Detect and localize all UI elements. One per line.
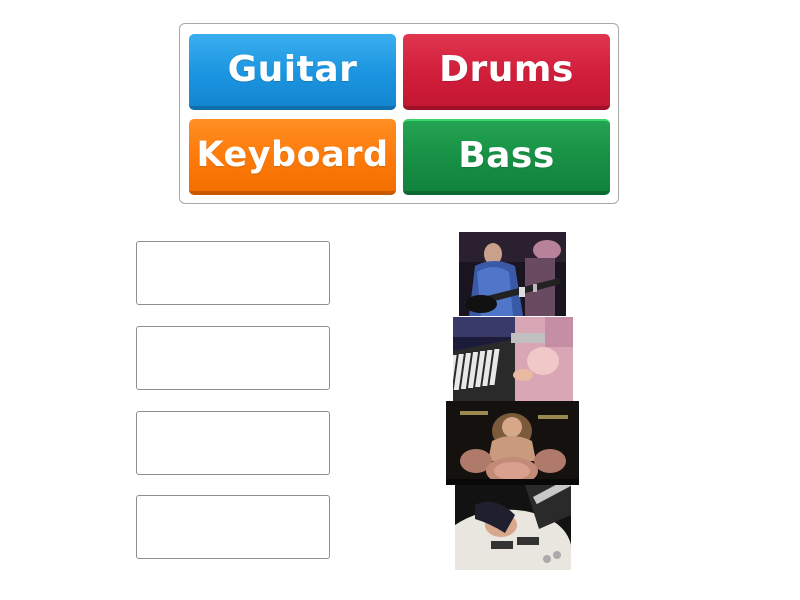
tile-label: Bass <box>458 135 555 176</box>
drummer-at-kit-photo <box>446 401 579 485</box>
answer-tile-bank: Guitar Drums Keyboard Bass <box>179 23 619 204</box>
drop-target-3[interactable] <box>136 411 330 475</box>
keyboard-player-photo <box>453 317 573 401</box>
answer-tile-guitar[interactable]: Guitar <box>189 34 396 110</box>
tile-label: Keyboard <box>196 134 389 175</box>
tile-label: Guitar <box>227 49 358 90</box>
answer-tile-drums[interactable]: Drums <box>403 34 610 110</box>
guitarist-playing-bass-photo <box>459 232 566 316</box>
answer-tile-bass[interactable]: Bass <box>403 119 610 195</box>
drop-target-2[interactable] <box>136 326 330 390</box>
electric-guitar-closeup-photo <box>455 485 571 570</box>
drop-target-4[interactable] <box>136 495 330 559</box>
drop-target-1[interactable] <box>136 241 330 305</box>
tile-label: Drums <box>439 49 574 90</box>
answer-tile-keyboard[interactable]: Keyboard <box>189 119 396 195</box>
